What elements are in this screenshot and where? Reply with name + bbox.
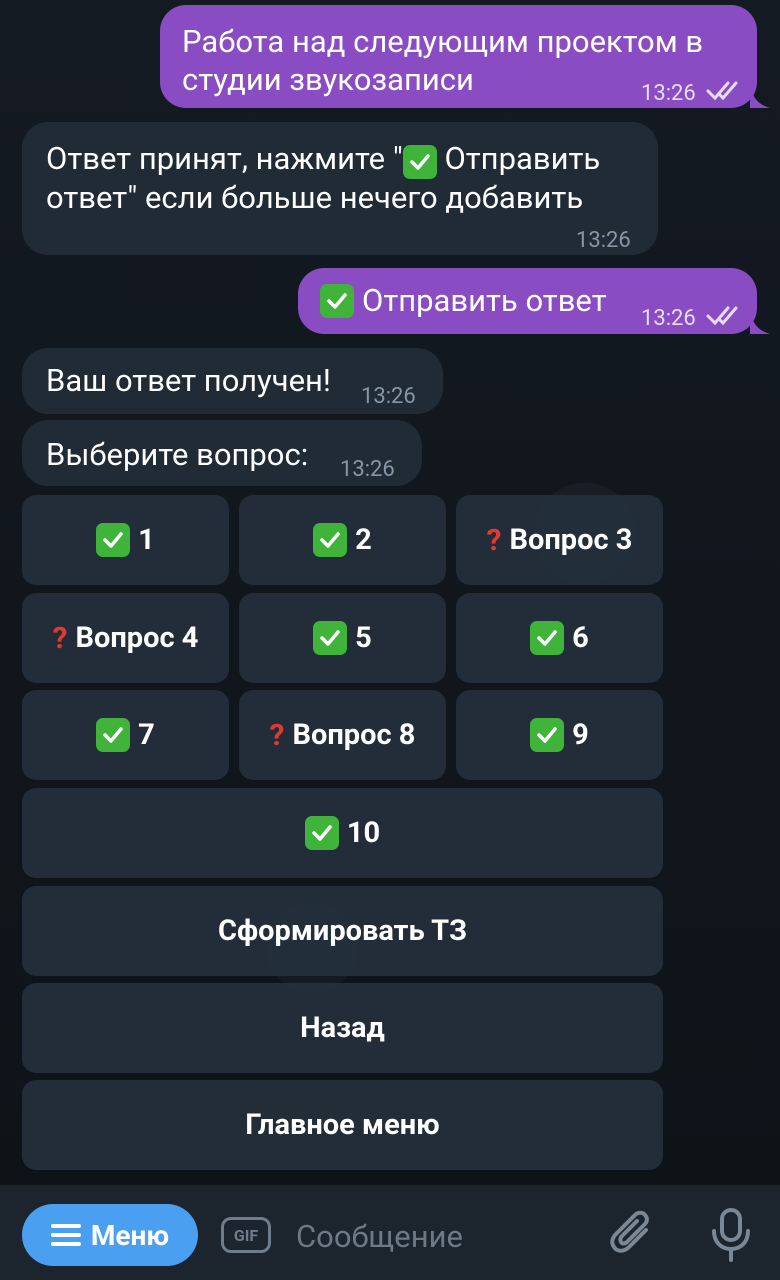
button-label: Назад [300,1011,385,1045]
question-mark-icon: ? [269,717,285,753]
outgoing-message[interactable]: Работа над следующим проектом в студии з… [160,5,757,108]
message-text: Работа над следующим проектом в студии з… [182,23,704,98]
question-button[interactable]: 7 [22,690,229,780]
back-button[interactable]: Назад [22,983,663,1073]
gif-button[interactable]: GIF [221,1217,271,1253]
paperclip-icon[interactable] [610,1210,656,1260]
read-double-check-icon [706,306,738,326]
check-mark-icon [313,621,348,655]
message-time: 13:26 [576,228,631,253]
message-input[interactable] [294,1210,598,1262]
button-label: Вопрос 4 [75,621,199,655]
check-mark-icon [96,523,131,557]
check-mark-icon [304,816,339,850]
read-double-check-icon [706,81,738,101]
message-text: Отправить ответ [320,282,607,320]
button-label: Сформировать ТЗ [218,914,467,948]
menu-button[interactable]: Меню [22,1204,198,1266]
question-button[interactable]: 6 [456,593,663,683]
question-mark-icon: ? [52,620,68,656]
question-button[interactable]: ? Вопрос 8 [239,690,446,780]
button-label: 1 [138,523,155,557]
gif-label: GIF [233,1225,259,1245]
check-mark-icon [96,718,131,752]
main-menu-button[interactable]: Главное меню [22,1080,663,1170]
button-label: 10 [346,816,381,850]
question-button[interactable]: 1 [22,495,229,585]
message-time: 13:26 [641,306,696,331]
incoming-message[interactable]: Выберите вопрос: 13:26 [22,420,422,486]
button-label: 7 [138,718,155,752]
button-label: Вопрос 8 [292,718,416,752]
check-mark-icon [320,284,354,318]
button-label: 5 [355,621,372,655]
message-time: 13:26 [361,384,416,409]
bubble-tail [750,86,770,108]
check-mark-icon [530,621,565,655]
question-button[interactable]: ? Вопрос 3 [456,495,663,585]
message-text: Ответ принят, нажмите " Отправить ответ"… [46,140,601,216]
hamburger-icon [50,1224,81,1246]
message-text: Ваш ответ получен! [46,362,331,399]
button-label: Главное меню [245,1108,440,1142]
outgoing-message[interactable]: Отправить ответ 13:26 [298,268,757,334]
form-tz-button[interactable]: Сформировать ТЗ [22,886,663,976]
question-mark-icon: ? [486,522,502,558]
question-button[interactable]: 5 [239,593,446,683]
incoming-message[interactable]: Ваш ответ получен! 13:26 [22,348,443,414]
button-label: Вопрос 3 [509,523,633,557]
button-label: 6 [572,621,589,655]
message-time: 13:26 [340,457,395,482]
button-label: 2 [355,523,372,557]
question-button[interactable]: 9 [456,690,663,780]
check-mark-icon [313,523,348,557]
message-text: Выберите вопрос: [46,436,309,473]
bubble-tail [750,312,770,334]
question-button[interactable]: 10 [22,788,663,878]
check-mark-icon [402,145,437,179]
question-button[interactable]: 2 [239,495,446,585]
message-time: 13:26 [641,81,696,106]
microphone-icon[interactable] [710,1207,752,1263]
check-mark-icon [530,718,565,752]
incoming-message[interactable]: Ответ принят, нажмите " Отправить ответ"… [22,122,658,255]
menu-label: Меню [90,1218,170,1252]
question-button[interactable]: ? Вопрос 4 [22,593,229,683]
button-label: 9 [572,718,589,752]
